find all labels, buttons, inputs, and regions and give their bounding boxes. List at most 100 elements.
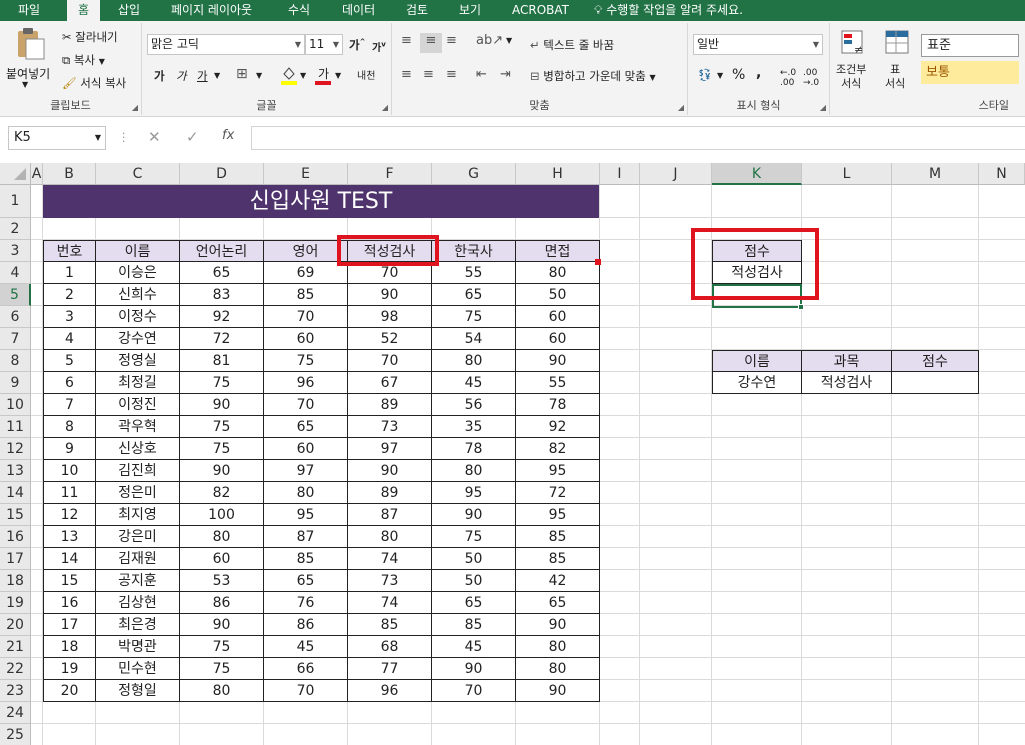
table-cell[interactable]: 45 (432, 636, 516, 658)
row-header-21[interactable]: 21 (0, 636, 31, 658)
row-header-5[interactable]: 5 (0, 284, 31, 306)
table-cell[interactable]: 3 (43, 306, 96, 328)
row-header-3[interactable]: 3 (0, 240, 31, 262)
tab-formulas[interactable]: 수식 (288, 0, 310, 21)
table-cell[interactable]: 90 (516, 614, 600, 636)
chevron-down-icon[interactable]: ▼ (256, 71, 262, 80)
lookup-header-cell[interactable]: 과목 (802, 350, 892, 372)
table-cell[interactable]: 김진희 (96, 460, 180, 482)
table-cell[interactable]: 92 (516, 416, 600, 438)
table-cell[interactable]: 96 (264, 372, 348, 394)
table-cell[interactable]: 50 (432, 570, 516, 592)
table-cell[interactable]: 2 (43, 284, 96, 306)
grow-font-button[interactable]: 가^ (349, 37, 365, 53)
phonetic-button[interactable]: 내천 (357, 67, 375, 82)
table-cell[interactable]: 70 (264, 306, 348, 328)
col-header-h[interactable]: H (516, 163, 600, 185)
table-cell[interactable]: 69 (264, 262, 348, 284)
insert-function-icon[interactable]: fx (222, 128, 234, 143)
style-neutral[interactable]: 보통 (921, 61, 1019, 84)
col-header-m[interactable]: M (892, 163, 979, 185)
table-cell[interactable]: 65 (180, 262, 264, 284)
table-cell[interactable]: 정형일 (96, 680, 180, 702)
row-header-1[interactable]: 1 (0, 185, 31, 218)
table-cell[interactable]: 68 (348, 636, 432, 658)
cancel-icon[interactable]: ✕ (148, 128, 161, 146)
table-cell[interactable]: 56 (432, 394, 516, 416)
table-cell[interactable]: 박명관 (96, 636, 180, 658)
table-cell[interactable]: 35 (432, 416, 516, 438)
table-cell[interactable]: 90 (180, 460, 264, 482)
table-cell[interactable]: 신상호 (96, 438, 180, 460)
table-cell[interactable]: 80 (432, 350, 516, 372)
tab-view[interactable]: 보기 (459, 0, 481, 21)
col-header-l[interactable]: L (802, 163, 892, 185)
table-cell[interactable]: 90 (348, 460, 432, 482)
bold-button[interactable]: 가 (154, 68, 165, 84)
col-header-a[interactable]: A (31, 163, 43, 185)
row-header-9[interactable]: 9 (0, 372, 31, 394)
table-cell[interactable]: 77 (348, 658, 432, 680)
row-header-18[interactable]: 18 (0, 570, 31, 592)
confirm-icon[interactable]: ✓ (186, 128, 199, 146)
table-cell[interactable]: 45 (264, 636, 348, 658)
table-cell[interactable]: 80 (516, 636, 600, 658)
italic-button[interactable]: 가 (176, 68, 187, 84)
table-cell[interactable]: 85 (516, 548, 600, 570)
table-cell[interactable]: 87 (264, 526, 348, 548)
row-header-6[interactable]: 6 (0, 306, 31, 328)
table-cell[interactable]: 73 (348, 570, 432, 592)
table-cell[interactable]: 12 (43, 504, 96, 526)
table-cell[interactable]: 강은미 (96, 526, 180, 548)
table-cell[interactable]: 97 (264, 460, 348, 482)
lookup-value-cell[interactable]: 강수연 (712, 372, 802, 394)
orientation-icon[interactable]: ab↗ (476, 33, 503, 48)
table-cell[interactable]: 정은미 (96, 482, 180, 504)
style-normal[interactable]: 표준 (921, 34, 1019, 57)
col-header-k[interactable]: K (712, 163, 802, 185)
table-cell[interactable]: 90 (432, 658, 516, 680)
table-cell[interactable]: 60 (516, 328, 600, 350)
table-cell[interactable]: 정영실 (96, 350, 180, 372)
table-cell[interactable]: 82 (516, 438, 600, 460)
table-cell[interactable]: 55 (432, 262, 516, 284)
row-header-19[interactable]: 19 (0, 592, 31, 614)
table-cell[interactable]: 김재원 (96, 548, 180, 570)
chevron-down-icon[interactable]: ▼ (22, 80, 28, 89)
tab-review[interactable]: 검토 (406, 0, 428, 21)
table-cell[interactable]: 신희수 (96, 284, 180, 306)
table-cell[interactable]: 65 (432, 284, 516, 306)
dialog-launcher-icon[interactable]: ◢ (132, 103, 138, 112)
col-header-g[interactable]: G (432, 163, 516, 185)
table-header-cell[interactable]: 면접 (516, 240, 600, 262)
table-header-cell[interactable]: 언어논리 (180, 240, 264, 262)
table-cell[interactable]: 89 (348, 394, 432, 416)
table-cell[interactable]: 90 (516, 350, 600, 372)
row-header-24[interactable]: 24 (0, 702, 31, 724)
table-cell[interactable]: 83 (180, 284, 264, 306)
tab-file[interactable]: 파일 (18, 0, 46, 21)
table-cell[interactable]: 1 (43, 262, 96, 284)
chevron-down-icon[interactable]: ▼ (506, 36, 512, 45)
table-cell[interactable]: 80 (516, 658, 600, 680)
align-right-icon[interactable]: ≡ (446, 67, 457, 82)
table-cell[interactable]: 65 (264, 570, 348, 592)
table-cell[interactable]: 9 (43, 438, 96, 460)
row-header-10[interactable]: 10 (0, 394, 31, 416)
select-all-button[interactable] (0, 163, 31, 185)
formula-input[interactable] (251, 126, 1025, 150)
underline-button[interactable]: 가 (197, 68, 208, 84)
table-cell[interactable]: 4 (43, 328, 96, 350)
table-cell[interactable]: 92 (180, 306, 264, 328)
table-cell[interactable]: 75 (432, 306, 516, 328)
table-cell[interactable]: 8 (43, 416, 96, 438)
table-cell[interactable]: 100 (180, 504, 264, 526)
table-cell[interactable]: 7 (43, 394, 96, 416)
table-cell[interactable]: 80 (348, 526, 432, 548)
table-cell[interactable]: 75 (432, 526, 516, 548)
tab-insert[interactable]: 삽입 (118, 0, 140, 21)
table-cell[interactable]: 60 (180, 548, 264, 570)
table-cell[interactable]: 80 (180, 680, 264, 702)
align-middle-icon[interactable]: ≡ (420, 33, 442, 53)
row-header-20[interactable]: 20 (0, 614, 31, 636)
